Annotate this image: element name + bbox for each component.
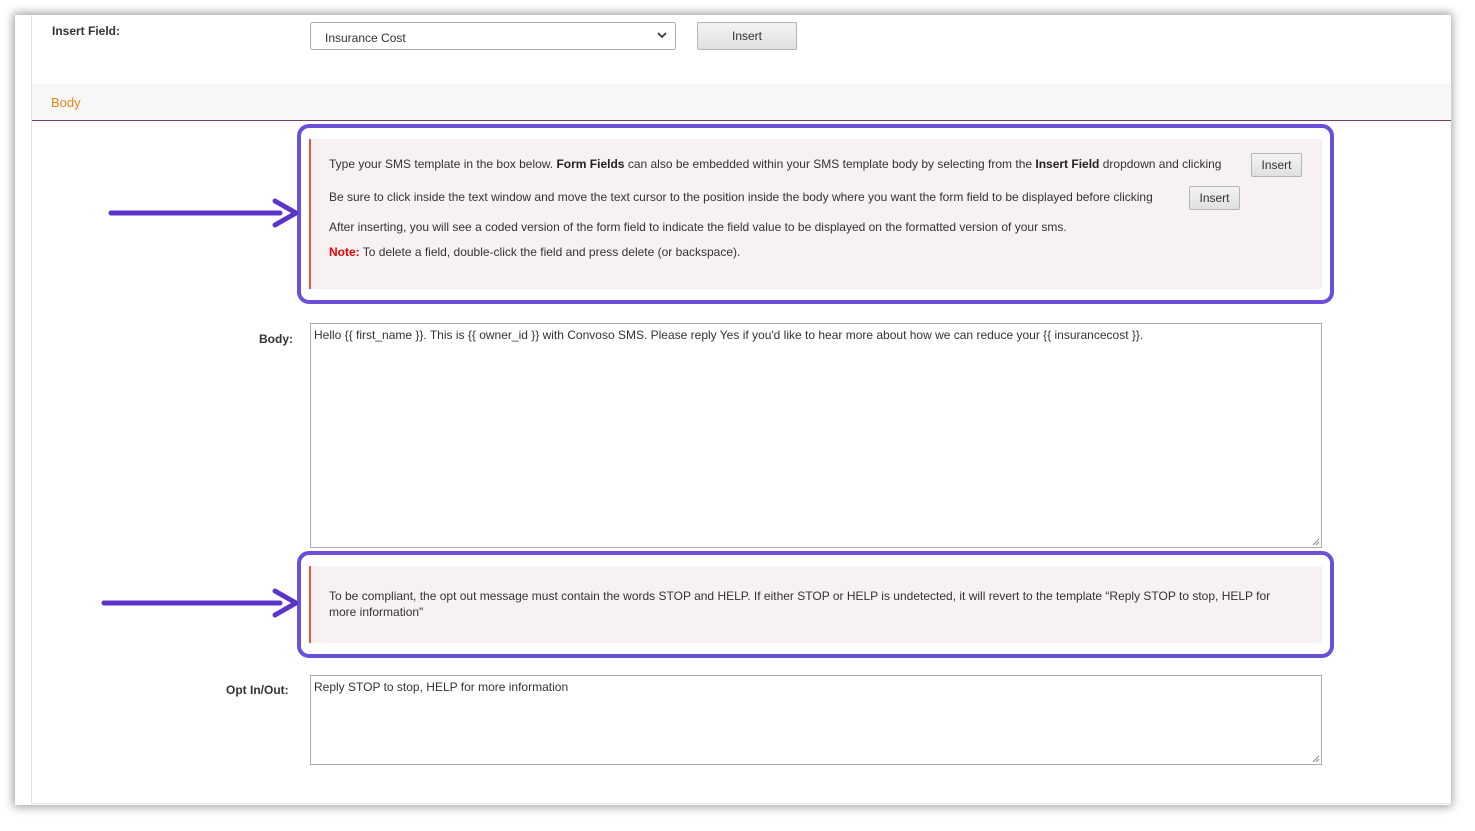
note-text: To delete a field, double-click the fiel…: [359, 245, 741, 259]
instruction-text: can also be embedded within your SMS tem…: [624, 157, 1036, 171]
opt-in-out-label: Opt In/Out:: [226, 683, 289, 697]
note-label: Note:: [329, 245, 360, 259]
body-label: Body:: [259, 332, 293, 346]
instruction-note-line: Note: To delete a field, double-click th…: [329, 245, 740, 259]
chevron-down-icon: [657, 32, 667, 39]
instruction-line-1: Type your SMS template in the box below.…: [329, 157, 1221, 171]
section-title[interactable]: Body: [51, 95, 81, 110]
form-panel: Insert Field: Insurance Cost Insert Body…: [31, 15, 1451, 804]
instruction-line-2: Be sure to click inside the text window …: [329, 190, 1153, 204]
compliance-callout: To be compliant, the opt out message mus…: [297, 551, 1334, 658]
annotation-arrow-icon: [108, 198, 299, 228]
instruction-text: Type your SMS template in the box below.: [329, 157, 557, 171]
body-section-header: Body: [32, 84, 1451, 121]
instructions-note: Type your SMS template in the box below.…: [309, 139, 1322, 289]
instruction-text: dropdown and clicking: [1099, 157, 1222, 171]
opt-in-out-text: Reply STOP to stop, HELP for more inform…: [314, 680, 569, 694]
insert-example-button[interactable]: Insert: [1189, 186, 1240, 210]
compliance-note: To be compliant, the opt out message mus…: [309, 566, 1322, 643]
app-window: Insert Field: Insurance Cost Insert Body…: [15, 15, 1451, 805]
insert-button[interactable]: Insert: [697, 22, 797, 50]
body-text: Hello {{ first_name }}. This is {{ owner…: [314, 328, 1144, 342]
compliance-line-2: more information": [329, 605, 424, 619]
instruction-line-3: After inserting, you will see a coded ve…: [329, 220, 1067, 234]
resize-grip-icon[interactable]: [1312, 538, 1320, 546]
insert-field-label: Insert Field:: [52, 24, 121, 38]
compliance-line-1: To be compliant, the opt out message mus…: [329, 589, 1271, 603]
annotation-arrow-icon: [101, 588, 299, 618]
insert-field-term: Insert Field: [1035, 157, 1100, 171]
opt-in-out-textarea[interactable]: Reply STOP to stop, HELP for more inform…: [310, 675, 1322, 765]
insert-field-select[interactable]: Insurance Cost: [310, 22, 676, 50]
insert-example-button[interactable]: Insert: [1251, 153, 1302, 177]
insert-field-selected-value: Insurance Cost: [325, 31, 406, 45]
resize-grip-icon[interactable]: [1312, 755, 1320, 763]
body-textarea[interactable]: Hello {{ first_name }}. This is {{ owner…: [310, 323, 1322, 548]
instructions-callout: Type your SMS template in the box below.…: [297, 124, 1334, 304]
form-fields-term: Form Fields: [556, 157, 625, 171]
